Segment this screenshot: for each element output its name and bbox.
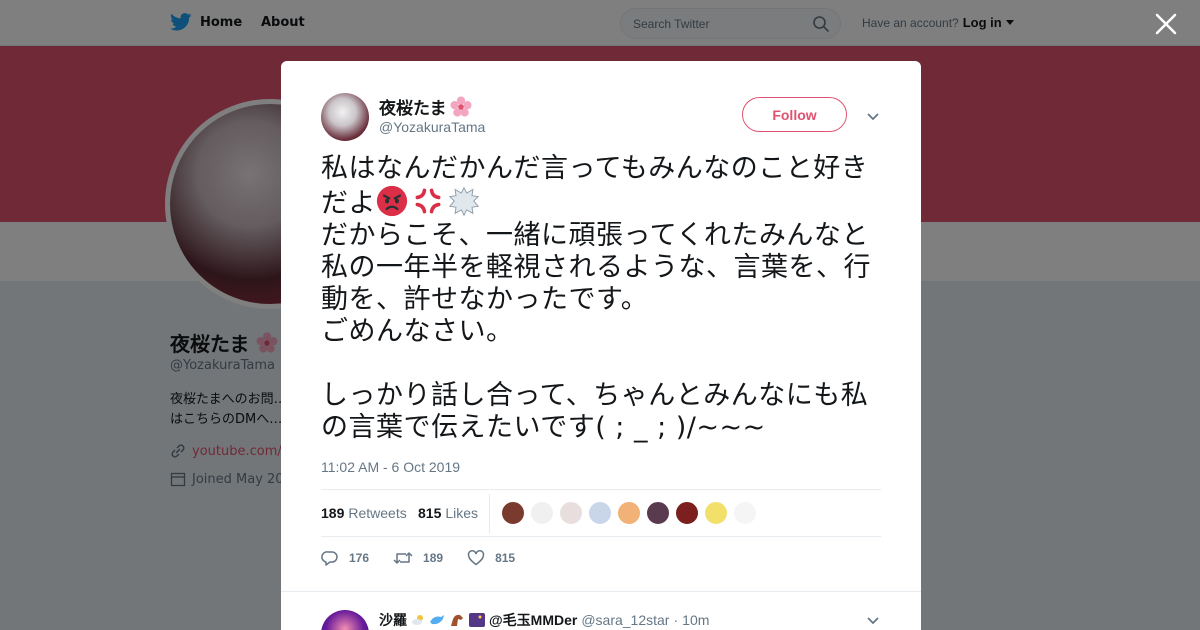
- liker-avatar[interactable]: [530, 501, 554, 525]
- liker-avatar[interactable]: [501, 501, 525, 525]
- like-button[interactable]: 815: [467, 549, 515, 567]
- tweet-text-rest: だからこそ、一緒に頑張ってくれたみんなと私の一年半を軽視されるような、言葉を、行…: [321, 220, 871, 443]
- stats-divider: [489, 494, 490, 534]
- chevron-down-icon[interactable]: [865, 108, 881, 124]
- reply-count: 176: [349, 551, 370, 565]
- author-handle[interactable]: @YozakuraTama: [379, 119, 485, 135]
- liker-avatar[interactable]: [588, 501, 612, 525]
- reply-tweet[interactable]: 沙羅 @毛玉MMDer @sara_12star · 10m: [281, 591, 921, 630]
- liker-avatar[interactable]: [559, 501, 583, 525]
- tweet-text: 私はなんだかんだ言ってもみんなのこと好きだよ だからこそ、一緒に頑張ってくれたみ…: [321, 153, 881, 444]
- retweets-label: Retweets: [348, 505, 407, 521]
- reply-header: 沙羅 @毛玉MMDer @sara_12star · 10m: [379, 610, 710, 630]
- retweets-count: 189: [321, 505, 345, 521]
- author-name[interactable]: 夜桜たま: [379, 94, 472, 119]
- tweet-stats: 189 Retweets 815 Likes: [321, 489, 881, 537]
- reply-time[interactable]: 10m: [682, 612, 709, 628]
- reply-icon: [321, 551, 338, 566]
- angry-face-icon: [376, 185, 408, 217]
- liker-avatar[interactable]: [704, 501, 728, 525]
- likes-stat[interactable]: 815 Likes: [418, 505, 478, 521]
- reply-mention[interactable]: @毛玉MMDer: [489, 610, 577, 630]
- tweet-modal: 夜桜たま @YozakuraTama Follow 私はなんだかんだ言ってもみん…: [281, 61, 921, 630]
- tweet-actions: 176 189 815: [321, 549, 539, 567]
- liker-avatars: [501, 501, 757, 525]
- night-sky-icon: [469, 613, 485, 627]
- retweets-stat[interactable]: 189 Retweets: [321, 505, 407, 521]
- likes-count: 815: [418, 505, 442, 521]
- liker-avatar[interactable]: [733, 501, 757, 525]
- retweet-icon: [393, 552, 413, 564]
- reply-avatar[interactable]: [321, 610, 369, 630]
- chevron-down-icon[interactable]: [865, 612, 881, 628]
- dolphin-icon: [430, 615, 444, 625]
- liker-avatar[interactable]: [646, 501, 670, 525]
- reply-author-name[interactable]: 沙羅: [379, 610, 407, 630]
- heart-icon: [467, 550, 485, 566]
- retweet-button[interactable]: 189: [393, 549, 443, 567]
- cherry-blossom-icon: [449, 95, 472, 117]
- horse-icon: [451, 614, 463, 626]
- cloud-sun-icon: [412, 615, 423, 625]
- liker-avatar[interactable]: [675, 501, 699, 525]
- author-avatar[interactable]: [321, 93, 369, 141]
- retweet-count: 189: [423, 551, 444, 565]
- follow-button[interactable]: Follow: [742, 97, 847, 132]
- likes-label: Likes: [445, 505, 479, 521]
- tweet-timestamp[interactable]: 11:02 AM - 6 Oct 2019: [321, 459, 460, 475]
- like-count: 815: [495, 551, 516, 565]
- anger-symbol-icon: [415, 188, 441, 214]
- speech-balloon-icon: [448, 186, 480, 217]
- reply-button[interactable]: 176: [321, 549, 369, 567]
- author-name-text[interactable]: 夜桜たま: [379, 94, 447, 119]
- reply-author-handle[interactable]: @sara_12star: [581, 612, 669, 628]
- close-icon[interactable]: [1154, 12, 1178, 36]
- liker-avatar[interactable]: [617, 501, 641, 525]
